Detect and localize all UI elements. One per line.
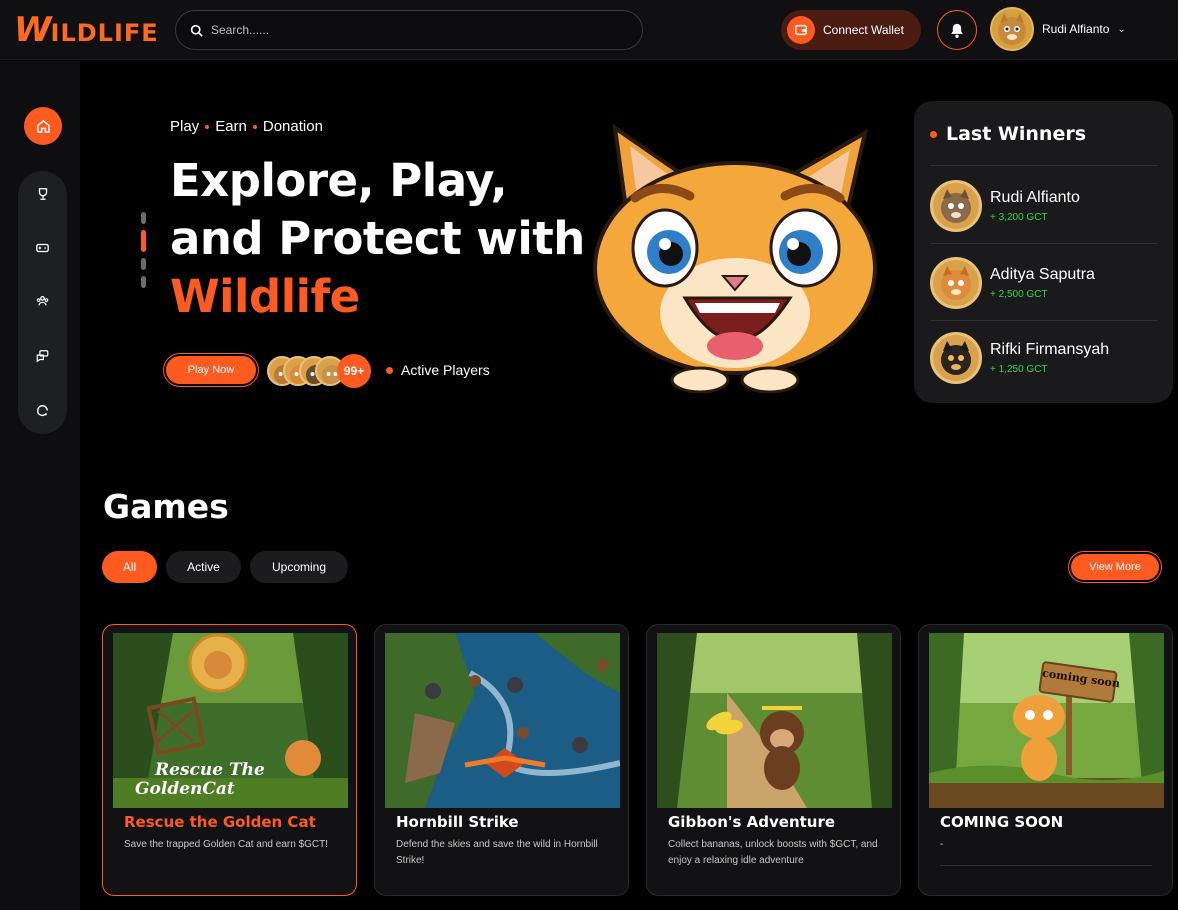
winner-avatar [930, 332, 982, 384]
top-bar: W ILDLIFE Connect Wallet Rudi Alfianto ⌄ [0, 0, 1178, 60]
hero-title: Explore, Play, and Protect with Wildlife [170, 152, 585, 326]
wallet-icon [787, 16, 815, 44]
user-avatar [990, 7, 1034, 51]
game-card-gibbons-adventure[interactable]: Gibbon's Adventure Collect bananas, unlo… [646, 624, 901, 896]
active-players: Active Players [386, 362, 490, 378]
winner-name: Rifki Firmansyah [990, 341, 1110, 358]
last-winners-heading: Last Winners [946, 123, 1087, 145]
card-divider [940, 865, 1152, 866]
caption-line2: GoldenCat [135, 779, 235, 799]
winner-avatar [930, 180, 982, 232]
filter-all[interactable]: All [102, 551, 157, 583]
play-now-button[interactable]: Play Now [166, 356, 256, 384]
winner-row[interactable]: Aditya Saputra + 2,500 GCT [930, 255, 1160, 311]
hero-cat-mascot [593, 123, 877, 393]
sidebar-item-leaderboard[interactable] [18, 174, 67, 214]
game-title: Rescue the Golden Cat [124, 813, 316, 831]
connect-wallet-label: Connect Wallet [823, 23, 904, 37]
games-title: Games [103, 487, 229, 526]
divider [930, 243, 1158, 244]
tag-dot [205, 124, 210, 129]
winner-amount: + 3,200 GCT [990, 212, 1048, 223]
game-description: Save the trapped Golden Cat and earn $GC… [124, 839, 329, 850]
caption-line1: Rescue The [155, 760, 265, 780]
users-icon [36, 296, 49, 306]
sidebar-menu [18, 171, 67, 434]
game-thumbnail [657, 633, 892, 808]
players-count-badge: 99+ [337, 354, 371, 388]
divider [930, 165, 1158, 166]
game-description: - [940, 839, 944, 850]
game-description: Collect bananas, unlock boosts with $GCT… [668, 839, 878, 866]
wildlife-logo[interactable]: W ILDLIFE [14, 11, 159, 49]
game-title: Gibbon's Adventure [668, 813, 836, 831]
search-bar[interactable] [175, 10, 643, 50]
last-winners-panel: Last Winners Rudi Alfianto + 3,200 GCT A… [914, 101, 1173, 403]
winner-amount: + 2,500 GCT [990, 289, 1048, 300]
title-dot [930, 130, 937, 138]
view-more-button[interactable]: View More [1071, 554, 1159, 580]
logo-text: ILDLIFE [50, 19, 159, 47]
game-thumbnail [385, 633, 620, 808]
home-icon [36, 119, 50, 133]
game-card-rescue-golden-cat[interactable]: Rescue The GoldenCat Rescue the Golden C… [102, 624, 357, 896]
hero-title-line1: Explore, Play, [170, 154, 508, 207]
active-dot [386, 366, 393, 374]
search-icon [190, 24, 203, 37]
winner-name: Rudi Alfianto [990, 189, 1080, 206]
last-winners-title: Last Winners [930, 123, 1086, 145]
user-name: Rudi Alfianto [1042, 22, 1110, 36]
game-title: Hornbill Strike [396, 813, 519, 831]
winner-avatar [930, 257, 982, 309]
hero-title-line2: and Protect with [170, 212, 585, 265]
hero-slider-indicator[interactable] [141, 212, 147, 294]
chevron-down-icon[interactable]: ⌄ [1117, 24, 1125, 35]
thumbnail-caption: Rescue The GoldenCat [135, 761, 335, 799]
connect-wallet-button[interactable]: Connect Wallet [781, 10, 921, 50]
winner-row[interactable]: Rudi Alfianto + 3,200 GCT [930, 178, 1160, 234]
tag-play: Play [170, 118, 200, 135]
game-description: Defend the skies and save the wild in Ho… [396, 839, 598, 866]
sidebar [0, 61, 80, 910]
game-card-hornbill-strike[interactable]: Hornbill Strike Defend the skies and sav… [374, 624, 629, 896]
winner-row[interactable]: Rifki Firmansyah + 1,250 GCT [930, 330, 1160, 386]
bell-icon [951, 23, 963, 38]
player-avatars: 99+ [267, 353, 371, 389]
game-card-coming-soon[interactable]: coming soon COMING SOON - [918, 624, 1173, 896]
winner-amount: + 1,250 GCT [990, 364, 1048, 375]
game-thumbnail [929, 633, 1164, 808]
gamepad-icon [36, 243, 49, 253]
game-title: COMING SOON [940, 813, 1064, 831]
user-menu[interactable]: Rudi Alfianto ⌄ [990, 7, 1126, 51]
winner-name: Aditya Saputra [990, 266, 1095, 283]
hero-tagline: Play Earn Donation [170, 118, 323, 135]
sidebar-item-community[interactable] [18, 281, 67, 321]
divider [930, 320, 1158, 321]
hero-title-accent: Wildlife [170, 270, 360, 323]
sidebar-item-games[interactable] [18, 228, 67, 268]
tag-earn: Earn [215, 118, 247, 135]
filter-upcoming[interactable]: Upcoming [250, 551, 348, 583]
tag-dot [252, 124, 257, 129]
active-players-label: Active Players [401, 362, 490, 378]
filter-active[interactable]: Active [166, 551, 241, 583]
tag-donation: Donation [262, 118, 323, 135]
trophy-icon [38, 188, 47, 200]
notification-button[interactable] [937, 10, 977, 50]
support-icon [37, 404, 48, 416]
sidebar-item-support[interactable] [18, 389, 67, 429]
logo-w: W [14, 10, 52, 50]
chat-icon [36, 350, 49, 363]
sidebar-item-chat[interactable] [18, 336, 67, 376]
search-input[interactable] [211, 23, 611, 37]
sidebar-item-home[interactable] [24, 107, 62, 145]
